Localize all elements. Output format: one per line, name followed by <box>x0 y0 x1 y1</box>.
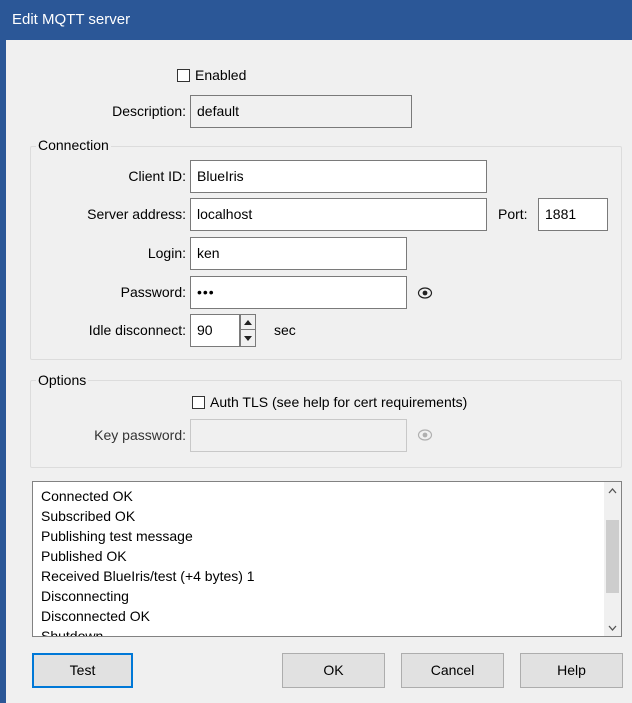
scroll-up-button[interactable] <box>604 482 621 499</box>
spin-down-button[interactable] <box>241 331 255 346</box>
idle-disconnect-spinner[interactable] <box>240 314 256 347</box>
login-field[interactable]: ken <box>190 237 407 270</box>
log-line: Disconnected OK <box>41 608 150 624</box>
scrollbar-thumb[interactable] <box>606 520 619 593</box>
server-address-label: Server address: <box>87 206 186 222</box>
chevron-up-icon <box>608 487 617 493</box>
key-password-field <box>190 419 407 452</box>
log-line: Shutdown <box>41 628 104 637</box>
log-line: Disconnecting <box>41 588 129 604</box>
chevron-down-icon <box>244 336 252 341</box>
cancel-button[interactable]: Cancel <box>401 653 504 688</box>
ok-button[interactable]: OK <box>282 653 385 688</box>
idle-disconnect-unit: sec <box>274 322 296 338</box>
client-id-label: Client ID: <box>128 168 186 184</box>
auth-tls-label[interactable]: Auth TLS (see help for cert requirements… <box>210 394 467 410</box>
connection-group-title: Connection <box>36 137 111 153</box>
log-line: Subscribed OK <box>41 508 136 524</box>
client-id-field[interactable]: BlueIris <box>190 160 487 193</box>
test-button[interactable]: Test <box>32 653 133 688</box>
window-title: Edit MQTT server <box>12 11 131 28</box>
enabled-checkbox[interactable] <box>177 69 190 82</box>
port-label: Port: <box>498 206 528 222</box>
idle-disconnect-field[interactable]: 90 <box>190 314 240 347</box>
server-address-field[interactable]: localhost <box>190 198 487 231</box>
log-line: Published OK <box>41 548 127 564</box>
spin-up-button[interactable] <box>241 315 255 330</box>
password-label: Password: <box>120 284 186 300</box>
password-field[interactable]: ••• <box>190 276 407 309</box>
log-line: Publishing test message <box>41 528 193 544</box>
options-group-title: Options <box>36 372 89 388</box>
chevron-up-icon <box>244 319 252 325</box>
description-label: Description: <box>112 103 186 119</box>
eye-icon <box>417 429 433 441</box>
log-list[interactable]: Connected OK Subscribed OK Publishing te… <box>32 481 622 637</box>
help-button[interactable]: Help <box>520 653 623 688</box>
login-label: Login: <box>147 245 186 261</box>
auth-tls-checkbox[interactable] <box>192 396 205 409</box>
key-password-label: Key password: <box>94 427 186 443</box>
enabled-label[interactable]: Enabled <box>195 67 246 83</box>
idle-disconnect-label: Idle disconnect: <box>88 322 186 338</box>
title-bar: Edit MQTT server <box>0 0 632 40</box>
log-line: Received BlueIris/test (+4 bytes) 1 <box>41 568 255 584</box>
port-field[interactable]: 1881 <box>538 198 608 231</box>
log-scrollbar[interactable] <box>604 482 621 636</box>
chevron-down-icon <box>608 625 617 631</box>
description-field[interactable]: default <box>190 95 412 128</box>
log-line: Connected OK <box>41 488 133 504</box>
eye-icon[interactable] <box>417 285 433 301</box>
scroll-down-button[interactable] <box>604 619 621 636</box>
dialog-body: Enabled Description: default Connection … <box>0 40 632 703</box>
